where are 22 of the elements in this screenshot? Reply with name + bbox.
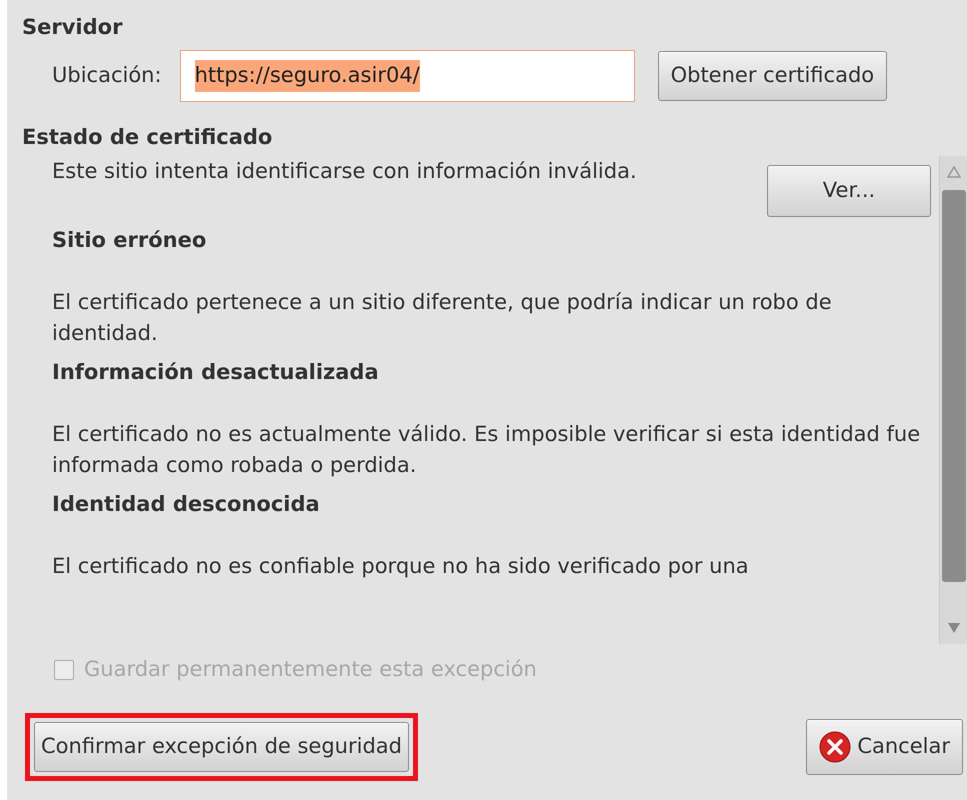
scrollbar[interactable] xyxy=(939,156,967,644)
issue-description: El certificado no es actualmente válido. Es imposible verificar si esta identidad fue informada como robada o perdida. xyxy=(52,421,922,479)
issue-title: Identidad desconocida xyxy=(52,491,321,518)
scroll-thumb[interactable] xyxy=(942,190,966,582)
issue-description: El certificado no es confiable porque no ha sido verificado por una xyxy=(52,553,750,580)
confirm-exception-button[interactable]: Confirmar excepción de seguridad xyxy=(34,722,409,772)
checkbox-label: Guardar permanentemente esta excepción xyxy=(84,656,537,683)
cancel-button[interactable]: Cancelar xyxy=(806,718,963,774)
field-label: Ubicación: xyxy=(52,62,162,90)
location-field[interactable]: https://seguro.asir04/ xyxy=(180,50,635,102)
cancel-icon xyxy=(819,730,852,762)
section-heading: Estado de certificado xyxy=(22,124,274,151)
issue-title: Información desactualizada xyxy=(52,359,380,386)
scroll-down-icon[interactable] xyxy=(946,622,960,634)
status-description: Este sitio intenta identificarse con información inválida. xyxy=(52,158,638,185)
issue-title: Sitio erróneo xyxy=(52,227,208,254)
view-button[interactable]: Ver... xyxy=(767,165,931,217)
section-heading: Servidor xyxy=(22,14,124,41)
field-value: https://seguro.asir04/ xyxy=(194,60,420,92)
scroll-up-icon[interactable] xyxy=(946,166,960,178)
issue-description: El certificado pertenece a un sitio diferente, que podría indicar un robo de identidad. xyxy=(52,289,833,347)
get-certificate-button[interactable]: Obtener certificado xyxy=(658,51,888,101)
